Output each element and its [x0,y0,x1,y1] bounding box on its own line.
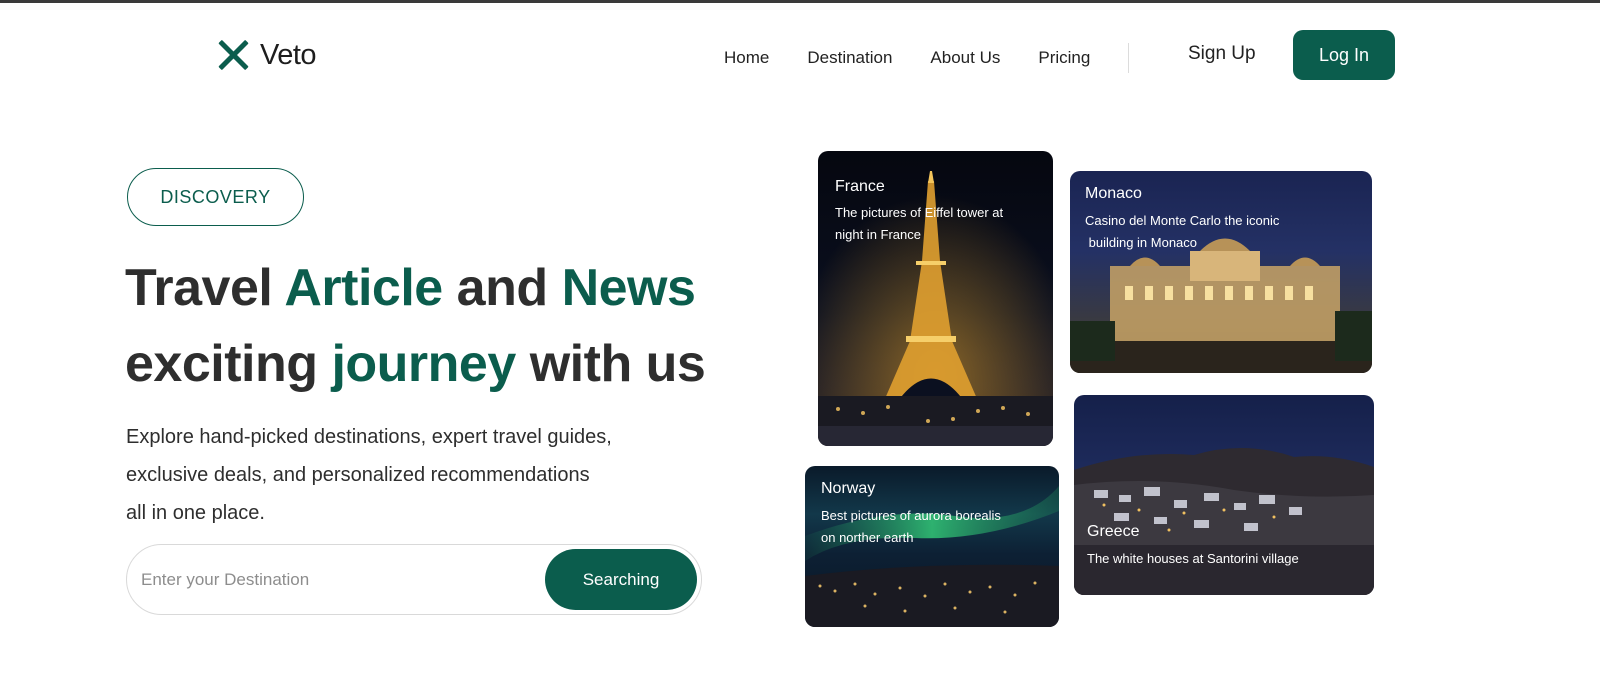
destination-card-monaco[interactable]: Monaco Casino del Monte Carlo the iconic… [1070,171,1372,373]
headline-word: and [456,259,548,317]
destination-card-france[interactable]: France The pictures of Eiffel tower at n… [818,151,1053,446]
headline-word: exciting [125,335,318,393]
card-caption: Best pictures of aurora borealis [821,508,1001,523]
description-line: Explore hand-picked destinations, expert… [126,426,612,448]
nav-divider [1128,43,1130,73]
brand-logo[interactable]: Veto [216,38,317,72]
nav-home[interactable]: Home [724,48,769,68]
headline-accent-word: journey [331,335,516,393]
description-line: all in one place. [126,502,265,524]
card-title: Monaco [1085,185,1142,202]
headline-word: Travel [125,259,273,317]
x-logo-icon [216,38,250,72]
destination-search-bar: Searching [126,544,702,615]
nav-pricing[interactable]: Pricing [1038,48,1090,68]
card-title: Greece [1087,523,1140,540]
destination-card-greece[interactable]: Greece The white houses at Santorini vil… [1074,395,1374,595]
card-caption: The white houses at Santorini village [1087,551,1299,566]
description-line: exclusive deals, and personalized recomm… [126,464,590,486]
destination-search-input[interactable] [141,563,521,597]
discovery-badge: DISCOVERY [127,168,304,226]
main-nav: Home Destination About Us Pricing [724,43,1167,73]
card-title: France [835,178,885,195]
sign-up-link[interactable]: Sign Up [1188,43,1256,65]
search-button[interactable]: Searching [545,549,697,610]
card-title: Norway [821,480,876,497]
card-caption: night in France [835,227,921,242]
card-caption: building in Monaco [1085,235,1198,250]
card-caption: Casino del Monte Carlo the iconic [1085,213,1280,228]
hero-description: Explore hand-picked destinations, expert… [126,418,686,532]
nav-destination[interactable]: Destination [807,48,892,68]
top-border [0,0,1600,3]
headline-accent-word: Article [284,259,443,317]
log-in-button[interactable]: Log In [1293,30,1395,80]
card-caption: The pictures of Eiffel tower at [835,205,1004,220]
nav-about-us[interactable]: About Us [930,48,1000,68]
brand-name: Veto [260,38,317,71]
headline-word: with us [529,335,706,393]
hero-headline: Travel Article and News exciting journey… [125,250,706,402]
destination-card-norway[interactable]: Norway Best pictures of aurora borealis … [805,466,1059,627]
card-caption: on norther earth [821,530,914,545]
headline-accent-word: News [561,259,696,317]
